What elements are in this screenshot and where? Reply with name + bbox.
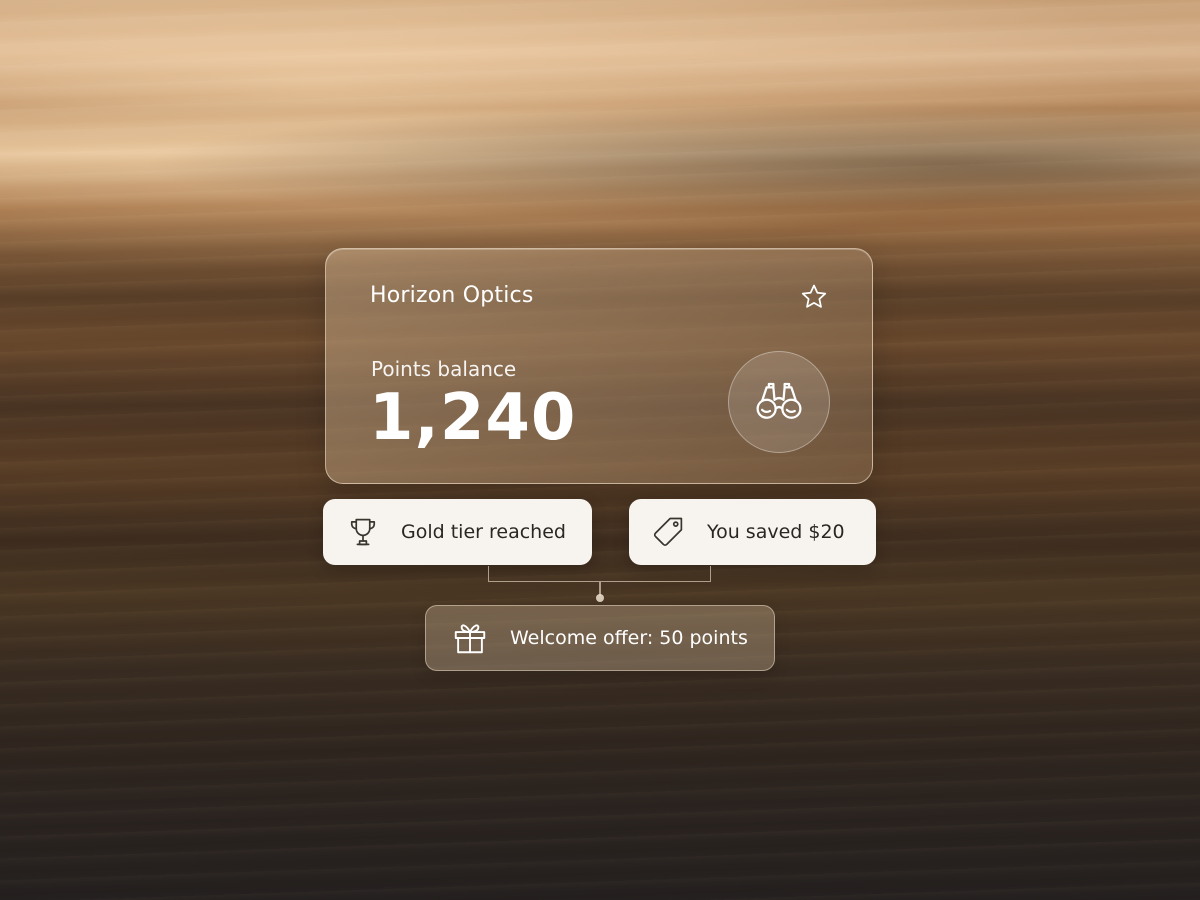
- gift-icon: [454, 624, 486, 654]
- binoculars-icon: [756, 382, 802, 419]
- welcome-offer-label: Welcome offer: 50 points: [510, 627, 748, 649]
- gold-tier-label: Gold tier reached: [401, 521, 566, 543]
- connector-bracket: [488, 566, 711, 582]
- star-icon: [801, 284, 827, 308]
- trophy-icon: [350, 518, 376, 546]
- trophy-icon-wrap: [343, 512, 383, 552]
- points-balance-value: 1,240: [369, 381, 577, 455]
- background-photo: Horizon Optics Points balance 1,240 Gold…: [0, 0, 1200, 900]
- welcome-offer-pill[interactable]: Welcome offer: 50 points: [425, 605, 775, 671]
- points-balance-label: Points balance: [371, 357, 517, 381]
- tag-icon-wrap: [649, 512, 689, 552]
- brand-name: Horizon Optics: [370, 283, 534, 308]
- favorite-button[interactable]: [796, 279, 832, 315]
- savings-label: You saved $20: [707, 521, 845, 543]
- savings-pill[interactable]: You saved $20: [629, 499, 876, 565]
- tag-icon: [653, 517, 683, 546]
- gold-tier-pill[interactable]: Gold tier reached: [323, 499, 592, 565]
- connector-dot: [596, 594, 604, 602]
- loyalty-card: Horizon Optics Points balance 1,240: [325, 248, 873, 484]
- brand-badge: [728, 351, 830, 453]
- gift-icon-wrap: [450, 618, 490, 658]
